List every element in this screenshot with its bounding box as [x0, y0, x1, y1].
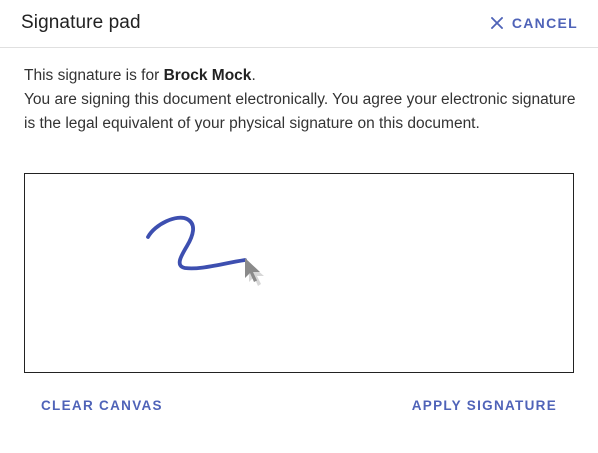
signer-prefix: This signature is for	[24, 67, 164, 84]
cancel-label: CANCEL	[511, 15, 578, 31]
dialog-header: Signature pad CANCEL	[0, 0, 598, 48]
dialog-title: Signature pad	[21, 12, 141, 33]
apply-signature-button[interactable]: APPLY SIGNATURE	[412, 398, 557, 413]
clear-canvas-button[interactable]: CLEAR CANVAS	[41, 398, 163, 413]
consent-text: You are signing this document electronic…	[24, 91, 576, 132]
signature-info: This signature is for Brock Mock. You ar…	[24, 64, 576, 136]
signature-canvas[interactable]	[24, 173, 574, 373]
close-icon	[490, 17, 503, 29]
signature-dialog: Signature pad CANCEL This signature is f…	[0, 0, 598, 453]
signer-name: Brock Mock	[163, 67, 252, 84]
signer-line: This signature is for Brock Mock.	[24, 64, 576, 88]
cancel-button[interactable]: CANCEL	[490, 15, 578, 31]
signature-stroke	[146, 215, 247, 271]
mouse-pointer-icon	[245, 258, 264, 286]
signer-suffix: .	[251, 67, 256, 84]
